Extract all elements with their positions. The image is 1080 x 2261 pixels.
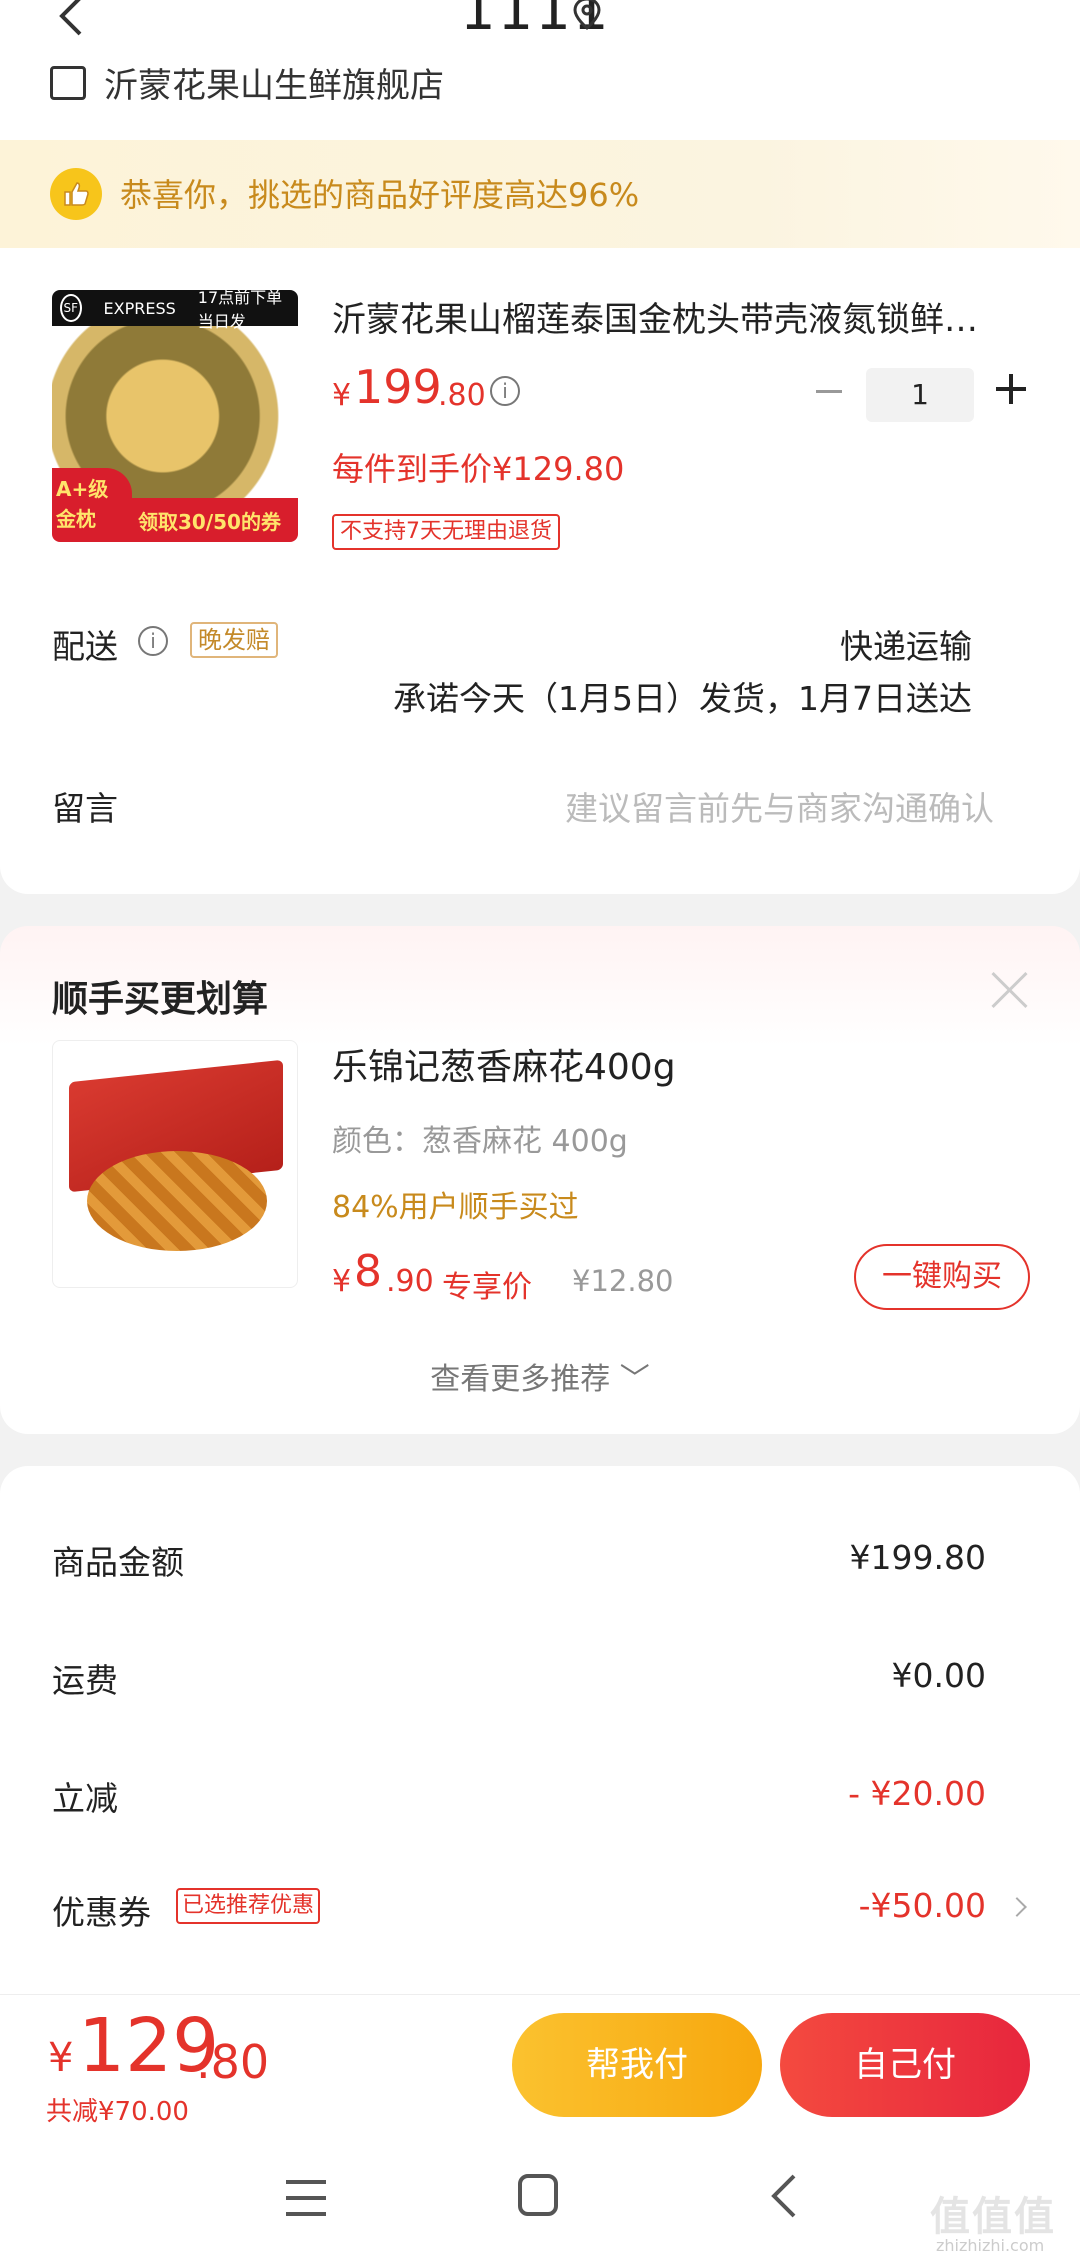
summary-label-goods: 商品金额 [52, 1543, 184, 1582]
summary-value-shipping: ¥0.00 [891, 1656, 986, 1695]
summary-value-goods: ¥199.80 [849, 1538, 986, 1577]
recommend-price-currency: ¥ [332, 1264, 352, 1299]
recommend-card: 顺手买更划算 乐锦记葱香麻花400g 颜色：葱香麻花 400g 84%用户顺手买… [0, 926, 1080, 1434]
more-recommendations-link[interactable]: 查看更多推荐 ﹀ [0, 1354, 1080, 1398]
recommend-image[interactable] [52, 1040, 298, 1288]
one-click-buy-button[interactable]: 一键购买 [854, 1244, 1030, 1310]
arrival-price: 每件到手价¥129.80 [332, 450, 625, 488]
system-nav-bar: 值值值 zhizhizhi.com [0, 2144, 1080, 2261]
quantity-field[interactable]: 1 [866, 368, 974, 422]
location-pin-icon[interactable] [570, 0, 604, 32]
back-icon[interactable] [52, 0, 92, 44]
close-icon[interactable] [990, 970, 1030, 1010]
delivery-promise: 承诺今天（1月5日）发货，1月7日送达 [393, 679, 972, 718]
summary-value-discount: - ¥20.00 [848, 1774, 986, 1813]
coupon-recommended-tag: 已选推荐优惠 [176, 1888, 321, 1924]
recommend-original-price: ¥12.80 [572, 1264, 674, 1298]
banner-text: 恭喜你，挑选的商品好评度高达96% [120, 176, 640, 214]
recommend-price-decimal: .90 [386, 1264, 434, 1299]
snack-twist-shape [87, 1151, 267, 1251]
recommend-item-spec: 颜色：葱香麻花 400g [332, 1124, 628, 1159]
shop-name: 沂蒙花果山生鲜旗舰店 [104, 66, 444, 106]
rating-banner: 恭喜你，挑选的商品好评度高达96% [0, 140, 1080, 248]
image-express-text: EXPRESS [103, 298, 176, 318]
price-decimal: .80 [438, 378, 486, 413]
image-coupon-badge: 领取30/50的券 [132, 498, 298, 542]
price-currency: ¥ [332, 378, 352, 413]
product-image[interactable]: SF EXPRESS 17点前下单 当日发 A+级 金枕 领取30/50的券 [52, 290, 298, 542]
delivery-info-icon[interactable]: i [138, 626, 168, 656]
image-grade-badge: A+级 金枕 [52, 468, 132, 542]
image-express-tag: SF EXPRESS 17点前下单 当日发 [52, 290, 298, 331]
recommend-exclusive-label: 专享价 [442, 1270, 532, 1305]
shop-row[interactable]: 沂蒙花果山生鲜旗舰店 [0, 40, 1080, 140]
sf-logo-icon: SF [60, 294, 82, 322]
home-icon[interactable] [518, 2174, 558, 2216]
chevron-right-icon[interactable] [1007, 1897, 1027, 1917]
nav-back-icon[interactable] [764, 2172, 804, 2220]
total-currency: ¥ [48, 2035, 74, 2081]
quantity-minus-button[interactable] [816, 390, 842, 393]
pay-bar: ¥ 129 .80 共减¥70.00 帮我付 自己付 [0, 1994, 1080, 2144]
product-title[interactable]: 沂蒙花果山榴莲泰国金枕头带壳液氮锁鲜… [332, 292, 1032, 341]
message-input[interactable]: 建议留言前先与商家沟通确认 [565, 782, 994, 830]
delivery-method: 快递运输 [840, 627, 972, 666]
shop-icon [50, 66, 86, 100]
delivery-label: 配送 [52, 627, 118, 666]
watermark-logo: 值值值 [930, 2194, 1056, 2240]
summary-value-coupon[interactable]: -¥50.00 [859, 1886, 986, 1925]
price-integer: 199 [354, 360, 442, 414]
late-compensation-tag: 晚发赔 [190, 622, 278, 658]
recommend-buyers: 84%用户顺手买过 [332, 1190, 579, 1225]
recommend-title: 顺手买更划算 [52, 979, 269, 1020]
summary-label-shipping: 运费 [52, 1661, 118, 1700]
recommend-item-name[interactable]: 乐锦记葱香麻花400g [332, 1038, 676, 1090]
help-pay-button[interactable]: 帮我付 [512, 2013, 762, 2117]
product-card: SF EXPRESS 17点前下单 当日发 A+级 金枕 领取30/50的券 沂… [0, 248, 1080, 894]
total-saved: 共减¥70.00 [46, 2097, 189, 2127]
price-info-icon[interactable]: i [490, 376, 520, 406]
watermark-url: zhizhizhi.com [936, 2236, 1045, 2255]
summary-label-discount: 立减 [52, 1779, 118, 1818]
self-pay-button[interactable]: 自己付 [780, 2013, 1030, 2117]
recent-apps-icon[interactable] [286, 2180, 326, 2216]
thumbs-up-icon [50, 168, 102, 220]
summary-card: 商品金额 ¥199.80 运费 ¥0.00 立减 - ¥20.00 优惠券 已选… [0, 1466, 1080, 2026]
image-sameday-text: 17点前下单 当日发 [197, 290, 283, 331]
no-return-tag: 不支持7天无理由退货 [332, 514, 560, 550]
total-decimal: .80 [196, 2035, 270, 2089]
recommend-price-integer: 8 [354, 1246, 382, 1297]
quantity-plus-button[interactable] [996, 374, 1026, 404]
summary-label-coupon[interactable]: 优惠券 [52, 1886, 151, 1934]
message-label: 留言 [52, 789, 118, 828]
